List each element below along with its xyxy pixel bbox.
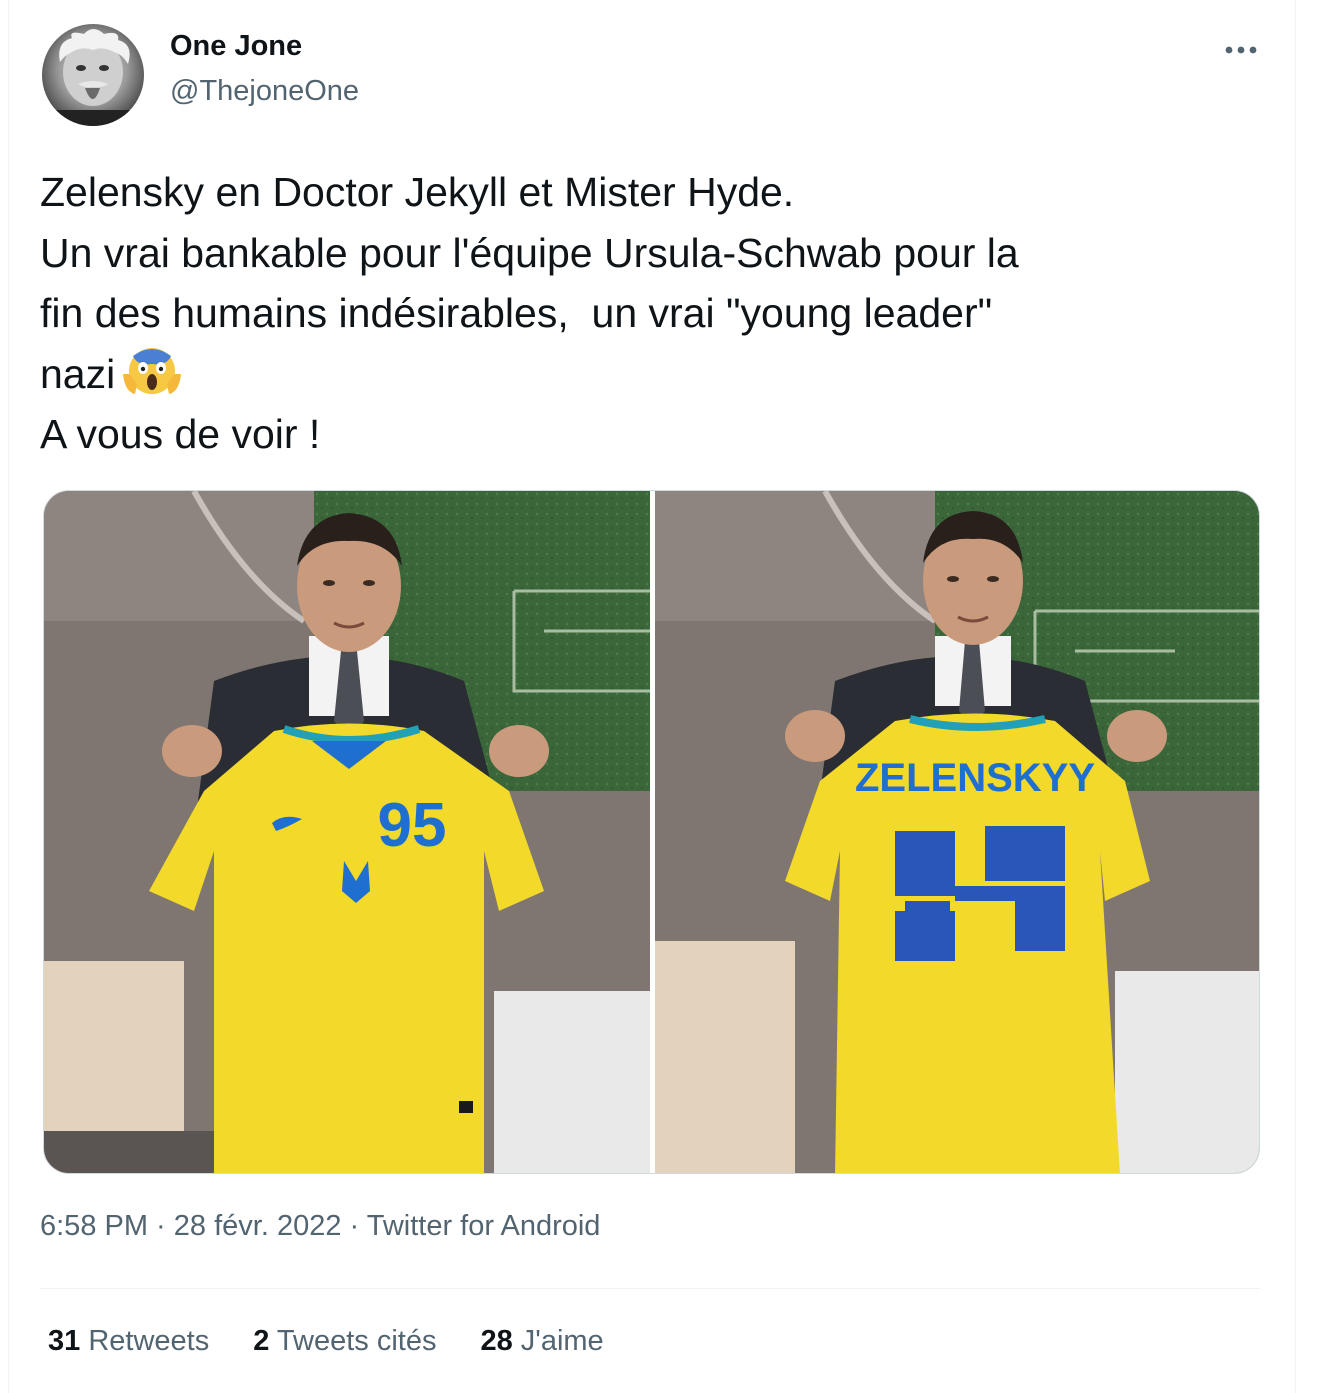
tweet-media: 95 ZELENSKYY (43, 490, 1260, 1174)
jersey-number: 95 (378, 791, 447, 860)
tweet-time[interactable]: 6:58 PM (40, 1210, 148, 1242)
meta-separator: · (148, 1210, 174, 1242)
jersey-name: ZELENSKYY (855, 756, 1095, 800)
author-name[interactable]: One Jone (170, 30, 302, 63)
tweet-stats: 31 Retweets 2 Tweets cités 28 J'aime (48, 1325, 604, 1358)
photo-right[interactable]: ZELENSKYY (655, 491, 1259, 1173)
avatar-photo (42, 29, 144, 126)
tweet-date[interactable]: 28 févr. 2022 (174, 1210, 342, 1242)
retweets-stat[interactable]: 31 Retweets (48, 1325, 209, 1358)
photo-jersey-front: 95 (44, 491, 650, 1173)
likes-stat[interactable]: 28 J'aime (480, 1325, 603, 1358)
tweet-line: Un vrai bankable pour l'équipe Ursula-Sc… (40, 229, 1019, 276)
tweet-line-with-emoji: nazi (40, 344, 1260, 405)
divider (40, 1288, 1260, 1289)
quote-tweets-stat[interactable]: 2 Tweets cités (253, 1325, 436, 1358)
tweet-text: Zelensky en Doctor Jekyll et Mister Hyde… (40, 162, 1260, 465)
tweet-meta: 6:58 PM · 28 févr. 2022 · Twitter for An… (40, 1210, 600, 1243)
more-options-button[interactable] (1218, 30, 1264, 70)
author-handle[interactable]: @ThejoneOne (170, 75, 359, 108)
quotes-count: 2 (253, 1325, 270, 1357)
author-avatar[interactable] (42, 24, 144, 126)
retweets-label: Retweets (80, 1325, 210, 1357)
likes-count: 28 (480, 1325, 513, 1357)
likes-label: J'aime (512, 1325, 604, 1357)
tweet-line: A vous de voir ! (40, 411, 321, 457)
tweet-line: fin des humains indésirables, un vrai "y… (40, 290, 993, 336)
more-options-icon (1225, 46, 1257, 54)
face-screaming-in-fear-emoji (123, 347, 182, 394)
tweet-line: Zelensky en Doctor Jekyll et Mister Hyde… (40, 169, 795, 215)
quotes-label: Tweets cités (269, 1325, 437, 1357)
tweet-source[interactable]: Twitter for Android (367, 1210, 601, 1242)
retweets-count: 31 (48, 1325, 81, 1357)
meta-separator: · (341, 1210, 367, 1242)
photo-left[interactable]: 95 (44, 491, 650, 1173)
tweet-line: nazi (40, 350, 116, 397)
photo-jersey-back: ZELENSKYY (655, 491, 1259, 1173)
